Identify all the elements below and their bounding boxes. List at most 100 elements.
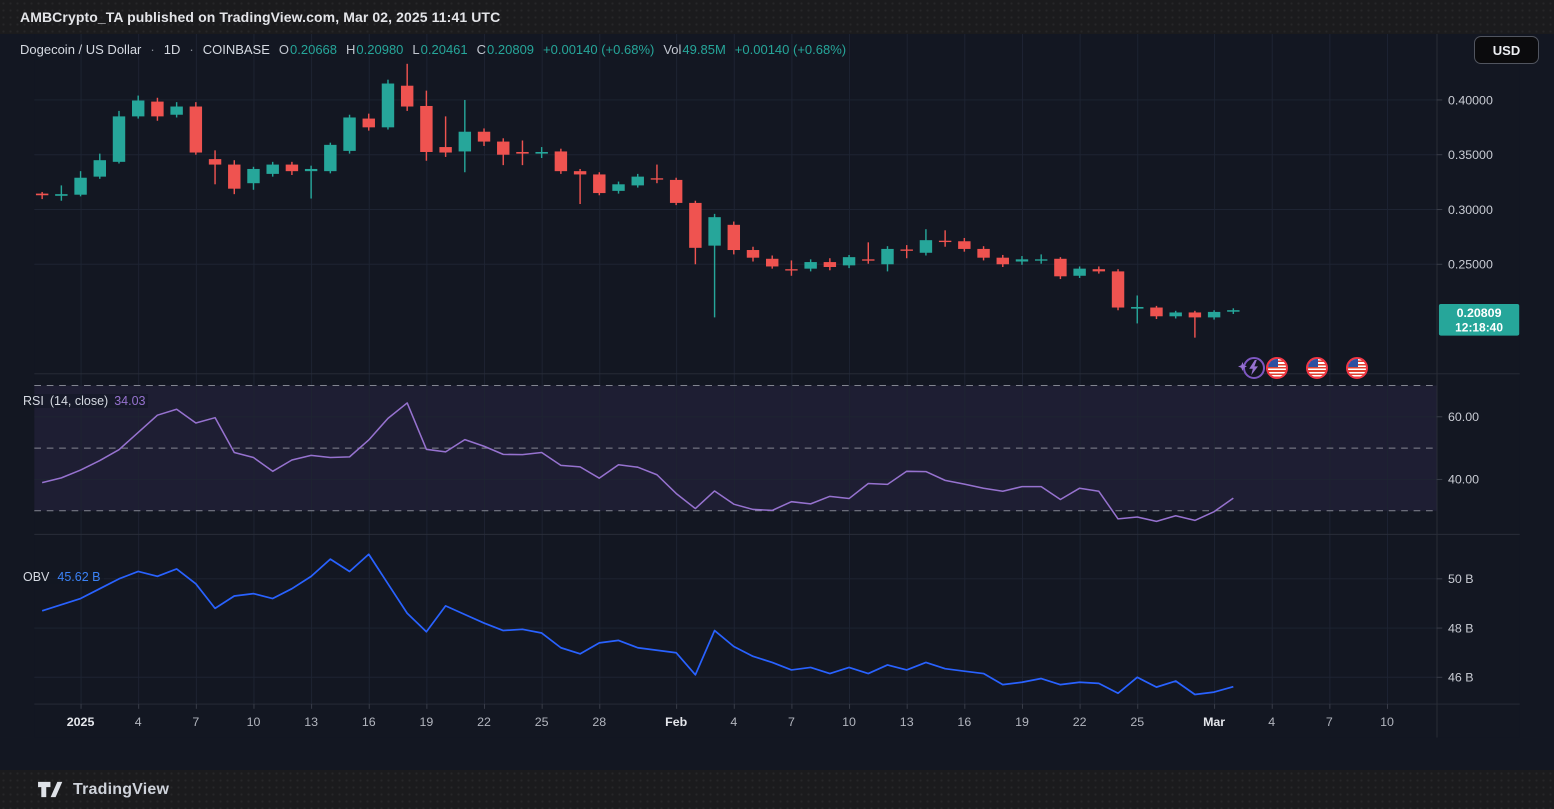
candle [190, 102, 202, 155]
rsi-current-value: 34.03 [114, 394, 145, 408]
candle-body [151, 102, 163, 117]
candle-body [382, 84, 394, 128]
price-tick-label: 0.25000 [1448, 258, 1493, 272]
candle-body [305, 169, 317, 171]
price-tick-label: 0.30000 [1448, 203, 1493, 217]
obv-indicator-legend[interactable]: OBV 45.62 B [20, 570, 104, 584]
lightning-bolt-icon [1247, 360, 1261, 376]
candle-body [1150, 308, 1162, 317]
candle-body [670, 180, 682, 203]
time-tick-label: 16 [362, 715, 376, 729]
candle-body [593, 174, 605, 193]
time-tick-label: 16 [957, 715, 971, 729]
rsi-tick-label: 40.00 [1448, 473, 1479, 487]
change-value: +0.00140 (+0.68%) [543, 42, 654, 57]
us-flag-event-icon[interactable] [1346, 357, 1368, 379]
candle-body [74, 178, 86, 195]
candle-body [843, 257, 855, 265]
us-flag-canton [1348, 359, 1358, 367]
candle-body [190, 107, 202, 153]
footer-bar: TradingView [0, 770, 1554, 809]
obv-title[interactable]: OBV [23, 570, 49, 584]
candle-body [516, 152, 528, 154]
symbol-title[interactable]: Dogecoin / US Dollar [20, 42, 141, 57]
candle-body [170, 107, 182, 115]
candle-body [363, 119, 375, 128]
close-value: C0.20809 [477, 42, 534, 57]
candle-body [420, 106, 432, 152]
time-tick-label: 28 [592, 715, 606, 729]
candle-body [266, 165, 278, 174]
candle [113, 111, 125, 164]
candle-body [728, 225, 740, 250]
obv-current-value: 45.62 B [57, 570, 100, 584]
currency-toggle-button[interactable]: USD [1474, 36, 1539, 64]
candle-body [785, 269, 797, 270]
time-tick-label: 19 [419, 715, 433, 729]
candle-body [862, 259, 874, 260]
time-tick-label: 10 [247, 715, 261, 729]
us-flag-event-icon[interactable] [1266, 357, 1288, 379]
exchange-label: COINBASE [203, 42, 270, 57]
us-flag-canton [1268, 359, 1278, 367]
candle-body [535, 152, 547, 154]
candle-body [1073, 269, 1085, 276]
candle-body [881, 249, 893, 264]
time-tick-label: 4 [1268, 715, 1275, 729]
candle-body [286, 165, 298, 172]
candle-body [1054, 259, 1066, 277]
symbol-legend[interactable]: Dogecoin / US Dollar · 1D · COINBASE O0.… [20, 42, 846, 57]
candle [324, 143, 336, 174]
candle-body [977, 249, 989, 258]
time-tick-label: 7 [788, 715, 795, 729]
legend-separator: · [150, 42, 154, 57]
candle-body [209, 159, 221, 164]
candle [1112, 269, 1124, 310]
candle-body [747, 250, 759, 258]
candle [1054, 257, 1066, 279]
candle-body [612, 184, 624, 191]
candle-body [804, 262, 816, 269]
candle [343, 115, 355, 154]
obv-tick-label: 50 B [1448, 572, 1474, 586]
price-tick-label: 0.40000 [1448, 93, 1493, 107]
candle-body [1131, 307, 1143, 309]
time-tick-label: 13 [304, 715, 318, 729]
candle [555, 149, 567, 174]
time-tick-label: Feb [665, 715, 687, 729]
candle-body [939, 241, 951, 242]
interval-label[interactable]: 1D [164, 42, 181, 57]
candle-body [1208, 312, 1220, 317]
last-price-label[interactable]: 0.2080912:18:40 [1439, 304, 1519, 336]
us-flag-event-icon[interactable] [1306, 357, 1328, 379]
time-tick-label: 10 [842, 715, 856, 729]
chart-area[interactable]: 0.400000.350000.300000.2500060.0040.0050… [0, 34, 1554, 770]
sparkle-icon [1238, 362, 1247, 371]
candle-body [324, 145, 336, 171]
tradingview-logo-icon[interactable] [36, 779, 63, 800]
candle-body [1035, 259, 1047, 260]
footer-brand-text[interactable]: TradingView [73, 781, 169, 799]
time-tick-label: 4 [135, 715, 142, 729]
candle-body [555, 151, 567, 171]
last-price-value: 0.20809 [1457, 306, 1502, 320]
candle-body [459, 132, 471, 152]
candle-body [228, 165, 240, 189]
candle [728, 222, 740, 255]
candle-body [824, 262, 836, 267]
candle-body [113, 116, 125, 161]
rsi-indicator-legend[interactable]: RSI (14, close) 34.03 [20, 394, 148, 408]
rsi-title[interactable]: RSI [23, 394, 44, 408]
us-flag-canton [1308, 359, 1318, 367]
candle [593, 172, 605, 195]
low-value: L0.20461 [412, 42, 467, 57]
candle-body [247, 169, 259, 183]
rsi-params: (14, close) [50, 394, 108, 408]
candle-body [689, 203, 701, 248]
candle-body [94, 160, 106, 176]
candle-body [708, 217, 720, 245]
time-tick-label: 19 [1015, 715, 1029, 729]
time-tick-label: 7 [1326, 715, 1333, 729]
candle-body [766, 259, 778, 267]
chart-canvas[interactable]: 0.400000.350000.300000.2500060.0040.0050… [0, 34, 1554, 770]
